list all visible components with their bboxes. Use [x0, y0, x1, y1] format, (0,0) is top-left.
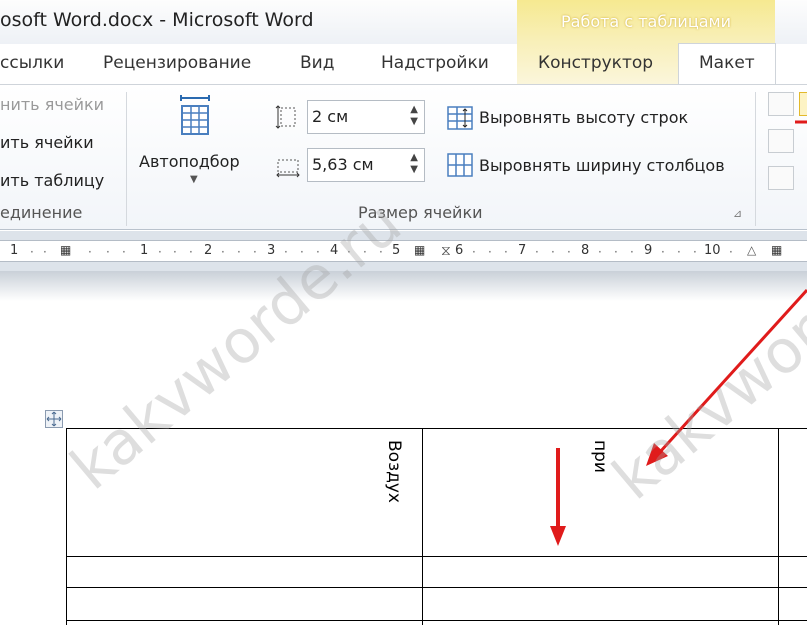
diagonal-arrow-icon: [658, 288, 807, 454]
down-arrow-head-icon: [550, 526, 566, 546]
annotation-arrows: [550, 120, 807, 546]
